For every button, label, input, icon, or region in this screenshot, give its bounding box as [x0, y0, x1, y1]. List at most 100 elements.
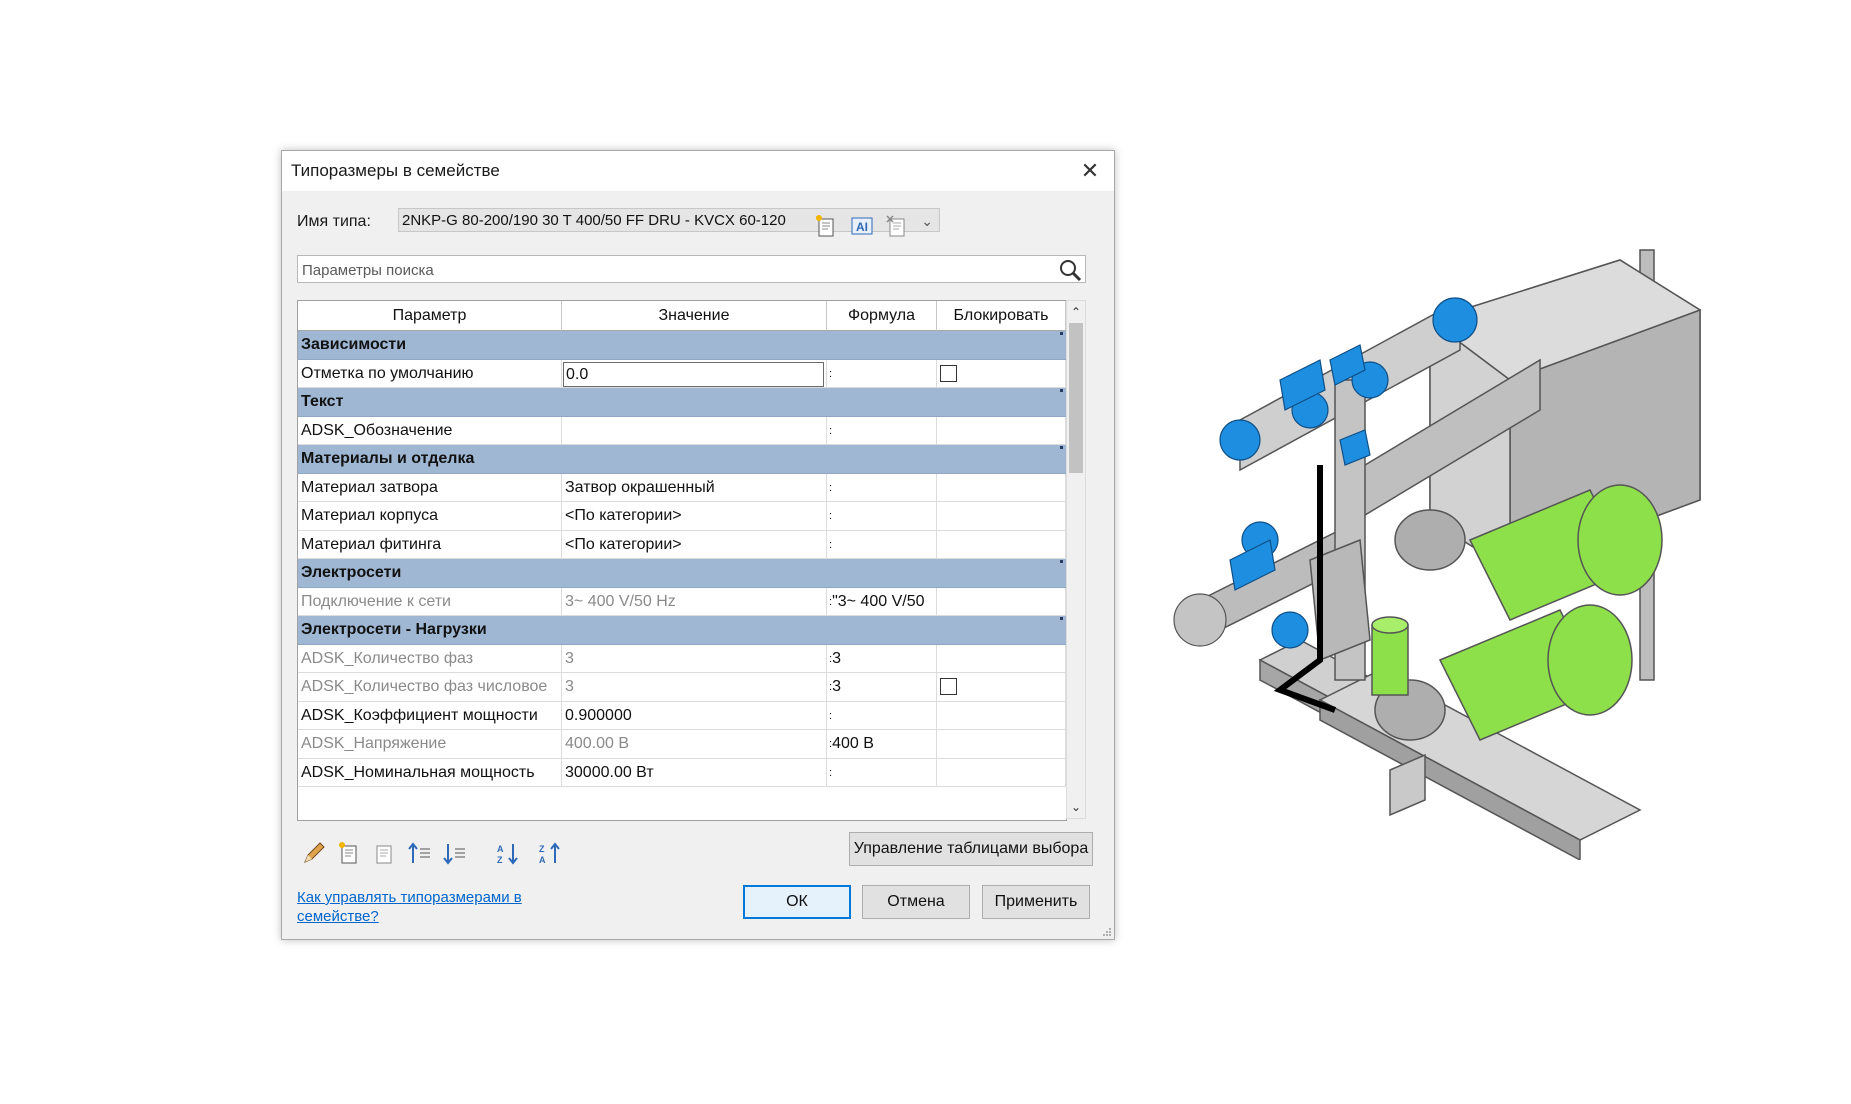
scroll-up-icon[interactable]: ⌃	[1067, 303, 1085, 321]
apply-button[interactable]: Применить	[982, 885, 1090, 919]
parameter-value-cell[interactable]: <По категории>	[562, 502, 827, 530]
table-row[interactable]: ADSK_Напряжение 400.00 В:400 В	[298, 730, 1066, 759]
collapse-marker-icon[interactable]	[1060, 332, 1063, 335]
parameter-value: 3~ 400 V/50 Hz	[565, 592, 676, 610]
column-header-value[interactable]: Значение	[562, 301, 827, 331]
column-header-lock[interactable]: Блокировать	[937, 301, 1066, 331]
parameter-value: 30000.00 Вт	[565, 763, 654, 781]
search-box[interactable]	[297, 255, 1086, 283]
parameter-value-cell[interactable]: 3~ 400 V/50 Hz	[562, 587, 827, 615]
parameter-name: ADSK_Номинальная мощность	[298, 758, 562, 786]
collapse-marker-icon[interactable]	[1060, 446, 1063, 449]
table-row[interactable]: Материал затвора Затвор окрашенный:	[298, 473, 1066, 502]
column-header-formula[interactable]: Формула	[827, 301, 937, 331]
parameter-value-cell[interactable]	[562, 416, 827, 444]
new-type-icon[interactable]	[813, 213, 839, 239]
manage-lookup-tables-button[interactable]: Управление таблицами выбора	[849, 832, 1093, 866]
group-header[interactable]: Зависимости	[298, 331, 1066, 360]
formula-marker: :	[829, 367, 833, 380]
parameter-value-cell[interactable]: <По категории>	[562, 530, 827, 558]
group-header[interactable]: Материалы и отделка	[298, 445, 1066, 474]
parameter-formula-cell[interactable]: :	[827, 416, 937, 444]
parameter-value-input[interactable]: 0.0	[563, 361, 824, 387]
collapse-marker-icon[interactable]	[1060, 389, 1063, 392]
group-header-label: Текст	[301, 393, 344, 410]
table-row[interactable]: Материал корпуса <По категории>:	[298, 502, 1066, 531]
sort-ascending-icon[interactable]: A Z	[494, 839, 522, 867]
formula-marker: :	[829, 481, 833, 494]
search-input[interactable]	[300, 258, 1044, 282]
search-icon[interactable]	[1057, 257, 1083, 283]
parameter-formula-cell[interactable]: :"3~ 400 V/50	[827, 587, 937, 615]
lock-cell	[937, 416, 1066, 444]
formula-marker: :	[829, 766, 833, 779]
parameter-formula-cell[interactable]: :	[827, 502, 937, 530]
parameter-value-cell[interactable]: 3	[562, 644, 827, 672]
parameter-value-cell[interactable]: 400.00 В	[562, 730, 827, 758]
parameter-name: Подключение к сети	[298, 587, 562, 615]
table-row[interactable]: Отметка по умолчанию 0.0:	[298, 359, 1066, 388]
close-icon[interactable]: ✕	[1076, 157, 1104, 185]
formula-marker: :	[829, 709, 833, 722]
lock-cell	[937, 758, 1066, 786]
new-parameter-icon[interactable]	[335, 839, 363, 867]
scrollbar-thumb[interactable]	[1069, 323, 1083, 473]
move-down-icon[interactable]	[441, 839, 469, 867]
dialog-title: Типоразмеры в семействе	[291, 161, 500, 180]
parameter-formula: 400 В	[832, 735, 874, 752]
parameter-value: 400.00 В	[565, 735, 630, 752]
parameter-formula-cell[interactable]: :	[827, 359, 937, 387]
collapse-marker-icon[interactable]	[1060, 560, 1063, 563]
parameter-formula-cell[interactable]: :400 В	[827, 730, 937, 758]
parameter-formula-cell[interactable]: :	[827, 473, 937, 501]
table-row[interactable]: ADSK_Коэффициент мощности 0.900000:	[298, 701, 1066, 730]
group-header-label: Электросети - Нагрузки	[301, 621, 487, 638]
ok-button[interactable]: ОК	[743, 885, 851, 919]
parameter-value: Затвор окрашенный	[565, 478, 715, 496]
resize-grip-icon[interactable]	[1102, 927, 1112, 937]
delete-parameter-icon[interactable]	[370, 839, 398, 867]
parameters-grid: Параметр Значение Формула Блокировать За…	[297, 300, 1067, 821]
cancel-button[interactable]: Отмена	[862, 885, 970, 919]
collapse-marker-icon[interactable]	[1060, 617, 1063, 620]
parameter-value-cell[interactable]: 0.0	[562, 359, 827, 387]
rename-type-icon[interactable]: AI	[849, 213, 875, 239]
parameter-value-cell[interactable]: 0.900000	[562, 701, 827, 729]
lock-cell	[937, 730, 1066, 758]
svg-text:Z: Z	[539, 844, 545, 854]
lock-cell	[937, 502, 1066, 530]
parameter-value-cell[interactable]: Затвор окрашенный	[562, 473, 827, 501]
grid-scrollbar[interactable]: ⌃ ⌄	[1066, 300, 1086, 819]
parameter-value-cell[interactable]: 30000.00 Вт	[562, 758, 827, 786]
parameter-formula-cell[interactable]: :	[827, 758, 937, 786]
parameter-formula: "3~ 400 V/50	[832, 592, 925, 610]
table-row[interactable]: ADSK_Количество фаз числовое 3:3	[298, 673, 1066, 702]
group-header[interactable]: Электросети - Нагрузки	[298, 616, 1066, 645]
lock-checkbox[interactable]	[940, 364, 957, 382]
column-header-parameter[interactable]: Параметр	[298, 301, 562, 331]
parameter-value-cell[interactable]: 3	[562, 673, 827, 701]
parameter-formula-cell[interactable]: :3	[827, 644, 937, 672]
edit-parameter-icon[interactable]	[300, 839, 328, 867]
parameter-name: ADSK_Коэффициент мощности	[298, 701, 562, 729]
move-up-icon[interactable]	[406, 839, 434, 867]
dialog-titlebar[interactable]: Типоразмеры в семействе ✕	[282, 151, 1114, 191]
parameter-formula-cell[interactable]: :	[827, 701, 937, 729]
delete-type-icon[interactable]	[884, 213, 910, 239]
lock-checkbox[interactable]	[940, 678, 957, 695]
parameter-formula-cell[interactable]: :3	[827, 673, 937, 701]
svg-text:A: A	[497, 844, 504, 854]
lock-cell	[937, 473, 1066, 501]
table-row[interactable]: Подключение к сети 3~ 400 V/50 Hz :"3~ 400…	[298, 587, 1066, 616]
scroll-down-icon[interactable]: ⌄	[1067, 798, 1085, 816]
table-row[interactable]: ADSK_Количество фаз 3:3	[298, 644, 1066, 673]
table-row[interactable]: Материал фитинга <По категории>:	[298, 530, 1066, 559]
chevron-down-icon[interactable]: ⌄	[921, 209, 933, 233]
group-header[interactable]: Текст	[298, 388, 1066, 417]
group-header[interactable]: Электросети	[298, 559, 1066, 588]
table-row[interactable]: ADSK_Номинальная мощность 30000.00 Вт:	[298, 758, 1066, 787]
help-link[interactable]: Как управлять типоразмерами в семействе?	[297, 888, 557, 926]
table-row[interactable]: ADSK_Обозначение:	[298, 416, 1066, 445]
parameter-formula-cell[interactable]: :	[827, 530, 937, 558]
sort-descending-icon[interactable]: Z A	[536, 839, 564, 867]
